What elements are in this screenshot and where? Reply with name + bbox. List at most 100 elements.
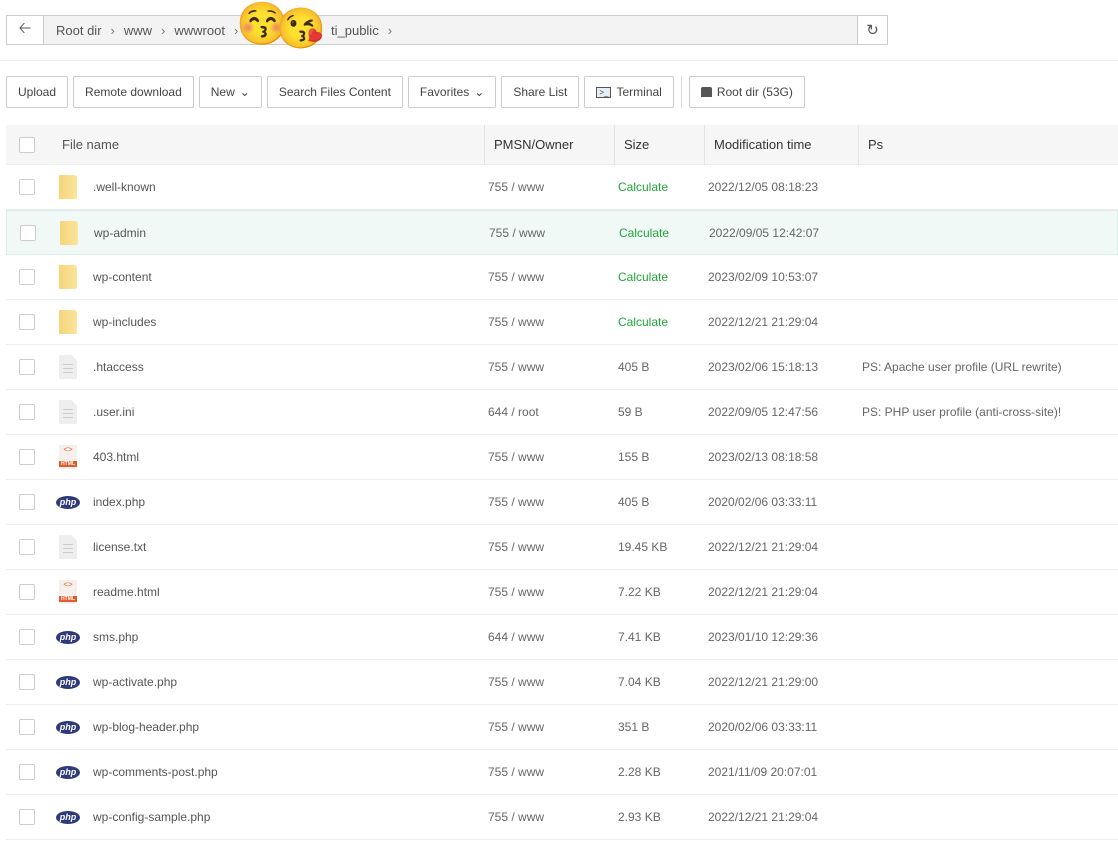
file-name[interactable]: readme.html xyxy=(88,585,479,599)
crumb-ti-public[interactable]: ti_public xyxy=(325,23,385,38)
root-dir-disk-button[interactable]: Root dir (53G) xyxy=(688,76,805,108)
file-permission[interactable]: 644 / www xyxy=(479,630,609,644)
row-checkbox[interactable] xyxy=(19,809,35,825)
table-row[interactable]: wp-admin 755 / www Calculate 2022/09/05 … xyxy=(6,210,1118,255)
php-file-icon: php xyxy=(56,810,80,824)
table-row[interactable]: .htaccess 755 / www 405 B 2023/02/06 15:… xyxy=(6,345,1118,390)
calculate-size-link[interactable]: Calculate xyxy=(609,270,699,284)
file-permission[interactable]: 755 / www xyxy=(479,495,609,509)
file-name[interactable]: wp-comments-post.php xyxy=(88,765,479,779)
file-name[interactable]: license.txt xyxy=(88,540,479,554)
row-checkbox[interactable] xyxy=(19,539,35,555)
table-row[interactable]: wp-content 755 / www Calculate 2023/02/0… xyxy=(6,255,1118,300)
file-permission[interactable]: 755 / www xyxy=(480,226,610,240)
file-name[interactable]: .well-known xyxy=(88,180,479,194)
php-file-icon: php xyxy=(56,495,80,509)
calculate-size-link[interactable]: Calculate xyxy=(609,180,699,194)
crumb-root[interactable]: Root dir xyxy=(50,23,108,38)
disk-icon xyxy=(700,87,712,97)
table-row[interactable]: <> HTML 403.html 755 / www 155 B 2023/02/… xyxy=(6,435,1118,480)
file-permission[interactable]: 755 / www xyxy=(479,765,609,779)
file-permission[interactable]: 644 / root xyxy=(479,405,609,419)
table-row[interactable]: php sms.php 644 / www 7.41 KB 2023/01/10… xyxy=(6,615,1118,660)
terminal-label: Terminal xyxy=(616,85,662,99)
file-permission[interactable]: 755 / www xyxy=(479,315,609,329)
favorites-dropdown[interactable]: Favorites ⌄ xyxy=(407,76,497,108)
calculate-size-link[interactable]: Calculate xyxy=(610,226,700,240)
modification-time: 2023/02/06 15:18:13 xyxy=(708,360,819,374)
file-name[interactable]: 403.html xyxy=(88,450,479,464)
file-permission[interactable]: 755 / www xyxy=(479,180,609,194)
table-row[interactable]: php index.php 755 / www 405 B 2020/02/06… xyxy=(6,480,1118,525)
table-row[interactable]: license.txt 755 / www 19.45 KB 2022/12/2… xyxy=(6,525,1118,570)
modification-time: 2022/12/21 21:29:04 xyxy=(708,585,819,599)
col-size[interactable]: Size xyxy=(614,124,704,165)
chevron-down-icon: ⌄ xyxy=(474,85,485,99)
chevron-down-icon: ⌄ xyxy=(239,85,250,99)
file-name[interactable]: .user.ini xyxy=(88,405,479,419)
row-checkbox[interactable] xyxy=(19,764,35,780)
calculate-size-link[interactable]: Calculate xyxy=(609,315,699,329)
file-permission[interactable]: 755 / www xyxy=(479,450,609,464)
table-row[interactable]: wp-includes 755 / www Calculate 2022/12/… xyxy=(6,300,1118,345)
crumb-wwwroot[interactable]: wwwroot xyxy=(168,23,231,38)
row-checkbox[interactable] xyxy=(20,224,36,241)
row-checkbox[interactable] xyxy=(19,494,35,510)
refresh-button[interactable]: ↻ xyxy=(857,16,887,44)
row-checkbox[interactable] xyxy=(19,629,35,645)
file-name[interactable]: wp-blog-header.php xyxy=(88,720,479,734)
table-row[interactable]: php wp-comments-post.php 755 / www 2.28 … xyxy=(6,750,1118,795)
file-name[interactable]: wp-includes xyxy=(88,315,479,329)
upload-button[interactable]: Upload xyxy=(6,76,69,108)
row-checkbox[interactable] xyxy=(19,719,35,735)
file-name[interactable]: .htaccess xyxy=(88,360,479,374)
table-row[interactable]: <> HTML readme.html 755 / www 7.22 KB 202… xyxy=(6,570,1118,615)
file-permission[interactable]: 755 / www xyxy=(479,540,609,554)
table-row[interactable]: .well-known 755 / www Calculate 2022/12/… xyxy=(6,165,1118,210)
file-permission[interactable]: 755 / www xyxy=(479,810,609,824)
terminal-button[interactable]: >_ Terminal xyxy=(584,76,674,108)
file-permission[interactable]: 755 / www xyxy=(479,675,609,689)
col-file-name[interactable]: File name xyxy=(53,137,484,152)
row-checkbox[interactable] xyxy=(19,179,35,195)
row-checkbox[interactable] xyxy=(19,674,35,690)
col-permission[interactable]: PMSN/Owner xyxy=(484,124,614,165)
new-label: New xyxy=(210,85,235,99)
table-row[interactable]: php wp-config-sample.php 755 / www 2.93 … xyxy=(6,795,1118,840)
new-dropdown[interactable]: New ⌄ xyxy=(198,76,262,108)
file-permission[interactable]: 755 / www xyxy=(479,720,609,734)
col-modification-time[interactable]: Modification time xyxy=(704,124,858,165)
table-row[interactable]: php wp-activate.php 755 / www 7.04 KB 20… xyxy=(6,660,1118,705)
file-size: 2.93 KB xyxy=(618,810,661,824)
root-dir-label: Root dir (53G) xyxy=(716,85,793,99)
file-name[interactable]: wp-content xyxy=(88,270,479,284)
file-name[interactable]: wp-admin xyxy=(89,226,480,240)
share-list-button[interactable]: Share List xyxy=(501,76,580,108)
file-name[interactable]: wp-activate.php xyxy=(88,675,479,689)
file-ps[interactable]: PS: Apache user profile (URL rewrite) xyxy=(853,360,1118,374)
row-checkbox[interactable] xyxy=(19,449,35,465)
file-permission[interactable]: 755 / www xyxy=(479,360,609,374)
file-ps[interactable]: PS: PHP user profile (anti-cross-site)! xyxy=(853,405,1118,419)
select-all-checkbox[interactable] xyxy=(19,136,35,153)
row-checkbox[interactable] xyxy=(19,314,35,330)
file-name[interactable]: index.php xyxy=(88,495,479,509)
file-icon xyxy=(59,400,77,424)
modification-time: 2023/02/09 10:53:07 xyxy=(708,270,819,284)
file-permission[interactable]: 755 / www xyxy=(479,270,609,284)
table-row[interactable]: php wp-blog-header.php 755 / www 351 B 2… xyxy=(6,705,1118,750)
crumb-www[interactable]: www xyxy=(118,23,158,38)
file-name[interactable]: wp-config-sample.php xyxy=(88,810,479,824)
modification-time: 2022/12/05 08:18:23 xyxy=(708,180,819,194)
row-checkbox[interactable] xyxy=(19,404,35,420)
row-checkbox[interactable] xyxy=(19,584,35,600)
remote-download-button[interactable]: Remote download xyxy=(73,76,194,108)
file-icon xyxy=(59,535,77,559)
file-name[interactable]: sms.php xyxy=(88,630,479,644)
row-checkbox[interactable] xyxy=(19,359,35,375)
table-row[interactable]: .user.ini 644 / root 59 B 2022/09/05 12:… xyxy=(6,390,1118,435)
file-permission[interactable]: 755 / www xyxy=(479,585,609,599)
search-files-content-button[interactable]: Search Files Content xyxy=(266,76,403,108)
row-checkbox[interactable] xyxy=(19,269,35,285)
back-button[interactable]: 🡠 xyxy=(7,16,44,44)
